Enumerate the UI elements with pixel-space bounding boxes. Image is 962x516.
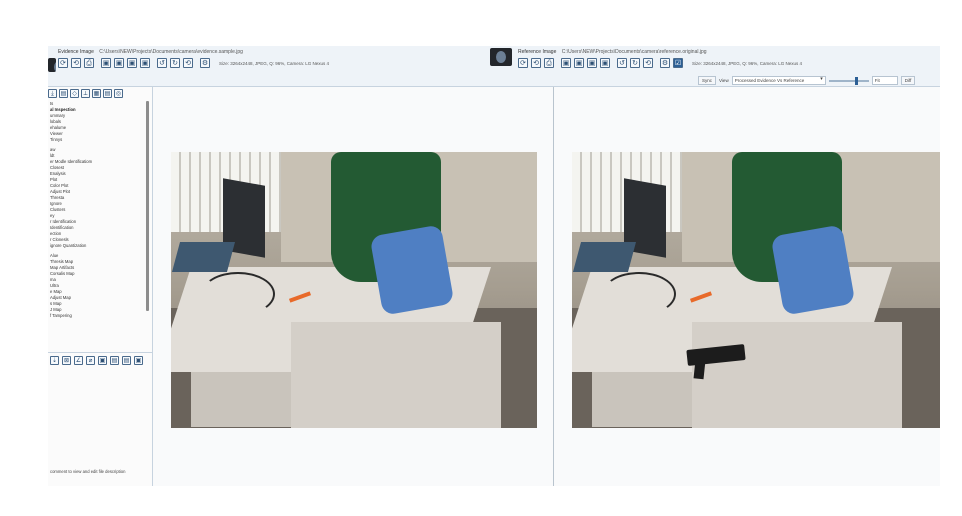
reference-image-pane[interactable]	[554, 87, 940, 486]
reference-toolbar: ⟳ ⟲ ⎙ ▣ ▣ ▣ ▣ ↺ ↻ ⟲ ⚙ ☑ Size: 3264x2448,…	[518, 58, 802, 68]
sidebar-bottom-toolbar: ⇣ ⊠ ∠ ⌀ ▣ ▤ ▤ ▣	[48, 352, 152, 368]
evidence-image-label: Evidence Image	[58, 49, 94, 55]
sidebar-toolbar: ⤓ ▤ ◇ ⟂ ▦ ▤ ◎	[48, 89, 123, 98]
view-mode-4-icon[interactable]: ▣	[140, 58, 150, 68]
view-label: View	[719, 78, 729, 83]
save-icon[interactable]: ▣	[98, 356, 107, 365]
print-icon[interactable]: ⎙	[84, 58, 94, 68]
export-icon[interactable]: ▣	[134, 356, 143, 365]
import-icon[interactable]: ⇣	[50, 356, 59, 365]
redo-icon[interactable]: ↻	[170, 58, 180, 68]
rotate-left-icon[interactable]: ⟲	[71, 58, 81, 68]
photo-cable	[602, 272, 676, 316]
rotate-right-icon[interactable]: ⟳	[58, 58, 68, 68]
view-mode-select[interactable]: Processed Evidence Vs Reference	[731, 76, 826, 85]
tree-item[interactable]: f Tampering	[50, 313, 144, 319]
angle-icon[interactable]: ∠	[74, 356, 83, 365]
reference-thumbnail[interactable]	[490, 48, 512, 66]
evidence-image-meta: Size: 3264x2448, JPEG, Q: 96%, Camera: L…	[219, 60, 330, 66]
view-mode-1-icon[interactable]: ▣	[101, 58, 111, 68]
redo-icon[interactable]: ↻	[630, 58, 640, 68]
reference-photo[interactable]	[572, 152, 940, 428]
reference-image-header: Reference Image C:\Users\NEW\Projects\Do…	[488, 46, 940, 87]
diff-button[interactable]: Diff	[900, 76, 916, 85]
diamond-icon[interactable]: ◇	[70, 89, 79, 98]
photo-laptop	[572, 242, 637, 272]
table-icon[interactable]: ▤	[103, 89, 112, 98]
evidence-image-pane[interactable]	[153, 87, 554, 486]
evidence-toolbar: ⟳ ⟲ ⎙ ▣ ▣ ▣ ▣ ↺ ↻ ⟲ ⚙ Size: 3264x2448, J…	[58, 58, 329, 68]
slider-knob[interactable]	[854, 76, 858, 85]
sync-button[interactable]: Sync	[698, 76, 717, 85]
photo-chair	[770, 224, 856, 316]
evidence-image-title: Evidence Image C:\Users\NEW\Projects\Doc…	[58, 49, 243, 55]
evidence-image-header: Evidence Image C:\Users\NEW\Projects\Doc…	[48, 46, 488, 87]
view-mode-3-icon[interactable]: ▣	[587, 58, 597, 68]
list-icon[interactable]: ▤	[59, 89, 68, 98]
reference-image-title: Reference Image C:\Users\NEW\Projects\Do…	[518, 49, 707, 55]
reset-icon[interactable]: ⟲	[183, 58, 193, 68]
select-icon[interactable]: ⊠	[62, 356, 71, 365]
reference-image-meta: Size: 3264x2448, JPEG, Q: 96%, Camera: L…	[692, 60, 803, 66]
view-bar: Sync View Processed Evidence Vs Referenc…	[698, 76, 916, 85]
reset-icon[interactable]: ⟲	[643, 58, 653, 68]
analysis-tree: ts al Inspection ummary lobals ehalume V…	[50, 101, 144, 347]
undo-icon[interactable]: ↺	[157, 58, 167, 68]
undo-icon[interactable]: ↺	[617, 58, 627, 68]
view-mode-1-icon[interactable]: ▣	[561, 58, 571, 68]
print-icon[interactable]: ⎙	[544, 58, 554, 68]
evidence-image-path: C:\Users\NEW\Projects\Documents\camera\e…	[99, 49, 243, 55]
sidebar-scrollbar[interactable]	[146, 101, 149, 311]
reference-image-path: C:\Users\NEW\Projects\Documents\camera\r…	[561, 49, 707, 55]
evidence-photo[interactable]	[171, 152, 537, 428]
download-icon[interactable]: ⤓	[48, 89, 57, 98]
file-description-hint[interactable]: comment to view and edit file descriptio…	[50, 469, 125, 474]
view-mode-4-icon[interactable]: ▣	[600, 58, 610, 68]
zoom-select[interactable]: Fit	[871, 76, 898, 85]
grid-icon[interactable]: ▦	[92, 89, 101, 98]
analysis-sidebar: ⤓ ▤ ◇ ⟂ ▦ ▤ ◎ ts al Inspection ummary lo…	[48, 87, 153, 486]
reference-image-label: Reference Image	[518, 49, 557, 55]
target-icon[interactable]: ◎	[114, 89, 123, 98]
split-icon[interactable]: ⟂	[81, 89, 90, 98]
settings-icon[interactable]: ⚙	[200, 58, 210, 68]
forensics-app-window: Evidence Image C:\Users\NEW\Projects\Doc…	[48, 46, 940, 486]
settings-icon[interactable]: ⚙	[660, 58, 670, 68]
view-mode-2-icon[interactable]: ▣	[574, 58, 584, 68]
folder-icon[interactable]: ▤	[110, 356, 119, 365]
rotate-right-icon[interactable]: ⟳	[518, 58, 528, 68]
view-mode-2-icon[interactable]: ▣	[114, 58, 124, 68]
document-icon[interactable]: ▤	[122, 356, 131, 365]
evidence-thumbnail[interactable]	[48, 58, 56, 72]
photo-cable	[201, 272, 275, 316]
view-mode-3-icon[interactable]: ▣	[127, 58, 137, 68]
measure-icon[interactable]: ⌀	[86, 356, 95, 365]
opacity-slider[interactable]	[828, 76, 869, 85]
photo-chair	[369, 224, 455, 316]
rotate-left-icon[interactable]: ⟲	[531, 58, 541, 68]
photo-desk-front	[291, 322, 501, 428]
photo-laptop	[171, 242, 236, 272]
checkbox-icon[interactable]: ☑	[673, 58, 683, 68]
photo-desk-front	[692, 322, 902, 428]
